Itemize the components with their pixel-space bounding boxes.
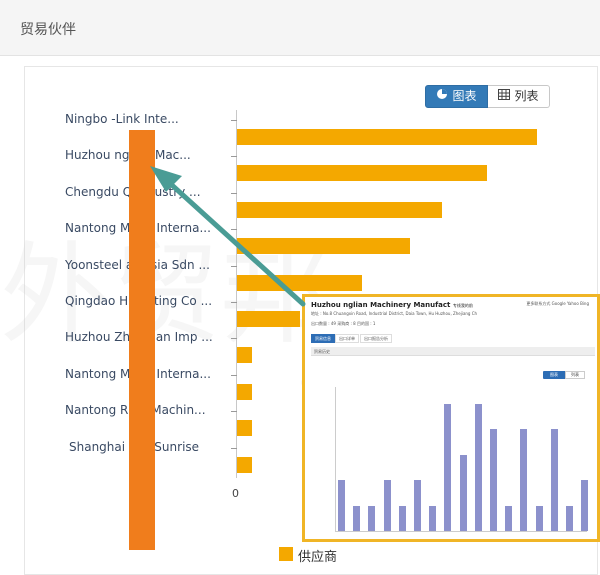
inset-bar: [535, 505, 543, 531]
inset-section-heading: 贸易历史: [311, 347, 595, 356]
y-tick: [231, 411, 237, 413]
y-tick: [231, 192, 237, 194]
inset-chart-toggle[interactable]: 图表: [543, 371, 565, 379]
pie-chart-icon: [436, 86, 448, 107]
inset-bar: [429, 505, 437, 531]
inset-bar: [550, 429, 558, 531]
list-view-label: 列表: [514, 89, 539, 103]
legend-swatch: [279, 547, 293, 561]
y-tick: [231, 447, 237, 449]
inset-bar: [383, 480, 391, 531]
y-tick: [231, 120, 237, 121]
chart-view-button[interactable]: 图表: [425, 85, 488, 108]
inset-bar: [368, 505, 376, 531]
inset-company-title: Huzhou nglian Machinery Manufact 专线我的前: [311, 301, 473, 309]
bar[interactable]: [237, 129, 537, 145]
inset-bar: [520, 429, 528, 531]
list-view-button[interactable]: 列表: [488, 85, 550, 108]
y-tick: [231, 338, 237, 340]
inset-company-name: Huzhou nglian Machinery Manufact: [311, 301, 451, 309]
bar[interactable]: [237, 238, 410, 255]
inset-bar: [353, 505, 361, 531]
highlight-strip: [129, 130, 155, 550]
inset-address: 地址 : No.8 Chuangxin Road, Industrial Dis…: [311, 311, 478, 316]
inset-x-axis: [335, 531, 587, 532]
inset-tab-export-details[interactable]: 出口详单: [335, 334, 359, 343]
inset-y-axis: [335, 387, 336, 532]
bar[interactable]: [237, 201, 442, 218]
inset-bar: [490, 429, 497, 531]
y-tick: [231, 156, 237, 158]
y-tick: [231, 302, 237, 303]
chart-view-label: 图表: [452, 89, 477, 103]
inset-bar: [581, 480, 589, 531]
legend-label[interactable]: 供应商: [298, 546, 337, 565]
bar[interactable]: [237, 274, 362, 291]
inset-bar: [338, 480, 345, 531]
y-tick: [231, 265, 237, 267]
y-tick-label[interactable]: Ningbo -Link Inte...: [65, 112, 179, 126]
inset-bar: [444, 403, 452, 531]
bar[interactable]: [237, 165, 487, 182]
table-icon: [498, 86, 511, 107]
section-title: 贸易伙伴: [20, 22, 76, 38]
inset-bar: [474, 403, 482, 531]
bar[interactable]: [237, 347, 252, 364]
inset-bar: [398, 505, 406, 531]
inset-tab-export-report[interactable]: 出口报告分析: [360, 334, 392, 343]
inset-bar: [459, 454, 467, 531]
inset-bar: [414, 480, 421, 531]
bar[interactable]: [237, 383, 252, 400]
inset-stats: 出口数量 : 49 采购商 : 8 目的国 : 1: [311, 321, 376, 326]
inset-bar: [505, 505, 513, 531]
bar[interactable]: [237, 311, 300, 327]
bar[interactable]: [237, 456, 252, 473]
section-header: 贸易伙伴: [0, 0, 600, 56]
y-tick-label[interactable]: Huzhou nglian Mac...: [65, 148, 191, 162]
x-tick-label: 0: [232, 487, 239, 500]
y-tick: [231, 229, 237, 231]
inset-contact-links: 更多联系方式 Google Yahoo Bing: [526, 301, 589, 306]
inset-title-suffix: 专线我的前: [452, 303, 473, 308]
inset-bar: [566, 505, 573, 531]
inset-list-toggle[interactable]: 列表: [565, 371, 585, 379]
y-tick: [231, 374, 237, 376]
inset-tab-trade-info[interactable]: 贸易信息: [311, 334, 335, 343]
bar[interactable]: [237, 420, 252, 437]
